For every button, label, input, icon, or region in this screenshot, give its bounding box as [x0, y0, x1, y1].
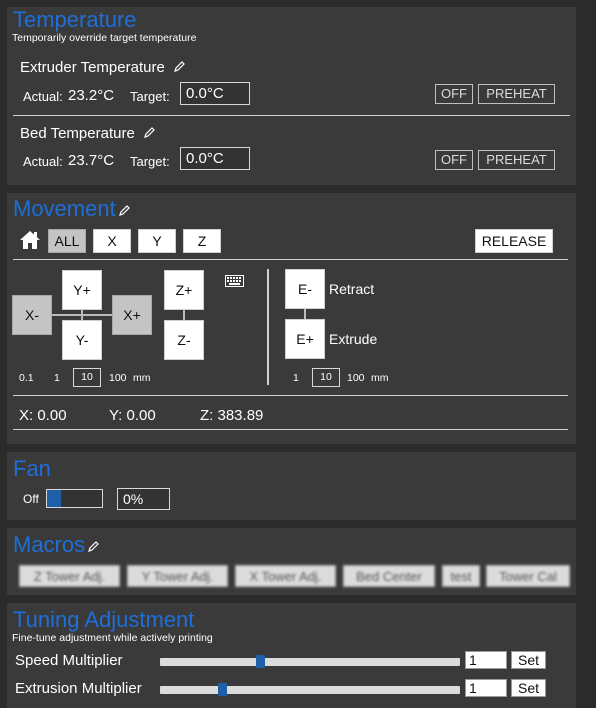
movement-title: Movement [13, 197, 131, 222]
extruder-actual-value: 23.2°C [68, 87, 115, 104]
tuning-panel: Tuning Adjustment Fine-tune adjustment w… [7, 603, 576, 708]
extruder-target-label: Target: [130, 89, 170, 104]
tuning-subtitle: Fine-tune adjustment while actively prin… [12, 632, 213, 644]
pencil-icon[interactable] [143, 126, 156, 143]
movement-panel: Movement ALL X Y Z RELEASE Y+ Y- X- X+ Z… [7, 193, 576, 444]
home-all-button[interactable]: ALL [48, 229, 86, 253]
bed-off-button[interactable]: OFF [435, 150, 473, 170]
macro-button[interactable]: Bed Center [343, 565, 435, 587]
bed-actual-label: Actual: [23, 154, 63, 169]
extrusion-multiplier-set-button[interactable]: Set [511, 679, 546, 697]
bed-preheat-button[interactable]: PREHEAT [478, 150, 555, 170]
temperature-divider [13, 115, 570, 116]
jog-z-plus-button[interactable]: Z+ [164, 270, 204, 310]
fan-panel: Fan Off 0% [7, 452, 576, 520]
jog-z-minus-button[interactable]: Z- [164, 320, 204, 360]
extrusion-multiplier-thumb[interactable] [218, 683, 227, 696]
jog-y-minus-button[interactable]: Y- [62, 320, 102, 360]
position-x: X: 0.00 [19, 407, 67, 424]
xy-step-1[interactable]: 1 [54, 372, 60, 384]
macro-button[interactable]: Z Tower Adj. [19, 565, 120, 587]
macros-title-text: Macros [13, 532, 86, 557]
pencil-icon[interactable] [173, 60, 186, 77]
extrusion-multiplier-slider[interactable] [160, 683, 460, 696]
home-z-button[interactable]: Z [183, 229, 221, 253]
position-top-divider [13, 395, 568, 396]
macro-button[interactable]: Tower Cal [486, 565, 570, 587]
xy-step-unit: mm [133, 372, 151, 384]
xy-step-10-selected[interactable]: 10 [73, 368, 101, 387]
speed-multiplier-input[interactable] [465, 651, 507, 669]
fan-slider[interactable] [46, 489, 103, 508]
jog-e-minus-button[interactable]: E- [285, 269, 325, 309]
release-button[interactable]: RELEASE [475, 229, 553, 253]
fan-slider-thumb[interactable] [47, 490, 61, 507]
position-z: Z: 383.89 [200, 407, 264, 424]
movement-top-divider [13, 259, 568, 260]
xy-step-100[interactable]: 100 [109, 372, 127, 384]
speed-multiplier-thumb[interactable] [256, 655, 265, 668]
extrusion-multiplier-label: Extrusion Multiplier [15, 680, 142, 697]
macro-button[interactable]: X Tower Adj. [235, 565, 336, 587]
position-bottom-divider [13, 429, 568, 430]
temperature-panel: Temperature Temporarily override target … [7, 7, 576, 185]
speed-multiplier-label: Speed Multiplier [15, 652, 123, 669]
tuning-title: Tuning Adjustment [13, 607, 195, 632]
macros-title: Macros [13, 533, 100, 558]
bed-actual-value: 23.7°C [68, 152, 115, 169]
macros-panel: Macros Z Tower Adj. Y Tower Adj. X Tower… [7, 528, 576, 595]
bed-target-label: Target: [130, 154, 170, 169]
macro-button[interactable]: test [442, 565, 480, 587]
e-step-100[interactable]: 100 [347, 372, 365, 384]
e-step-unit: mm [371, 372, 389, 384]
bed-temperature-text: Bed Temperature [20, 125, 135, 142]
extruder-preheat-button[interactable]: PREHEAT [478, 84, 555, 104]
home-icon[interactable] [19, 230, 41, 250]
extruder-actual-label: Actual: [23, 89, 63, 104]
jog-x-plus-button[interactable]: X+ [112, 295, 152, 335]
retract-label: Retract [329, 281, 375, 297]
home-x-button[interactable]: X [93, 229, 131, 253]
fan-value: 0% [123, 491, 144, 507]
jog-e-plus-button[interactable]: E+ [285, 319, 325, 359]
pencil-icon[interactable] [87, 534, 100, 558]
extrude-label: Extrude [329, 331, 378, 347]
keyboard-icon[interactable] [225, 274, 244, 287]
jog-x-minus-button[interactable]: X- [12, 295, 52, 335]
speed-multiplier-set-button[interactable]: Set [511, 651, 546, 669]
temperature-title: Temperature [13, 7, 137, 32]
temperature-subtitle: Temporarily override target temperature [12, 32, 197, 44]
pencil-icon[interactable] [118, 198, 131, 222]
fan-off-label: Off [23, 492, 39, 506]
extruder-off-button[interactable]: OFF [435, 84, 473, 104]
speed-multiplier-slider[interactable] [160, 655, 460, 668]
fan-value-box: 0% [117, 488, 170, 510]
fan-title: Fan [13, 456, 51, 481]
home-y-button[interactable]: Y [138, 229, 176, 253]
extruder-target-input[interactable] [180, 82, 250, 105]
movement-vertical-divider [267, 269, 269, 385]
bed-temperature-label: Bed Temperature [20, 125, 156, 143]
e-step-10-selected[interactable]: 10 [312, 368, 340, 387]
macro-button[interactable]: Y Tower Adj. [127, 565, 228, 587]
extrusion-multiplier-input[interactable] [465, 679, 507, 697]
e-step-1[interactable]: 1 [293, 372, 299, 384]
movement-title-text: Movement [13, 196, 116, 221]
position-y: Y: 0.00 [109, 407, 156, 424]
xy-step-0-1[interactable]: 0.1 [19, 372, 34, 384]
bed-target-input[interactable] [180, 147, 250, 170]
extruder-temperature-label: Extruder Temperature [20, 59, 186, 77]
extruder-temperature-text: Extruder Temperature [20, 59, 165, 76]
jog-y-plus-button[interactable]: Y+ [62, 270, 102, 310]
